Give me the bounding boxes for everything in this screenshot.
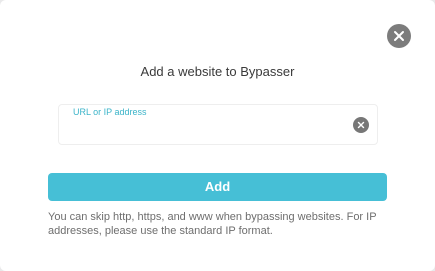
dialog-title: Add a website to Bypasser [140, 64, 295, 79]
close-icon [394, 31, 404, 41]
url-input[interactable] [73, 121, 343, 139]
url-field-label: URL or IP address [73, 107, 147, 117]
close-button[interactable] [387, 24, 411, 48]
add-button[interactable]: Add [48, 173, 387, 201]
clear-input-button[interactable] [353, 117, 369, 133]
add-website-dialog: Add a website to Bypasser URL or IP addr… [0, 0, 435, 271]
help-text: You can skip http, https, and www when b… [48, 211, 377, 237]
clear-icon [357, 121, 365, 129]
url-field[interactable]: URL or IP address [58, 104, 378, 145]
